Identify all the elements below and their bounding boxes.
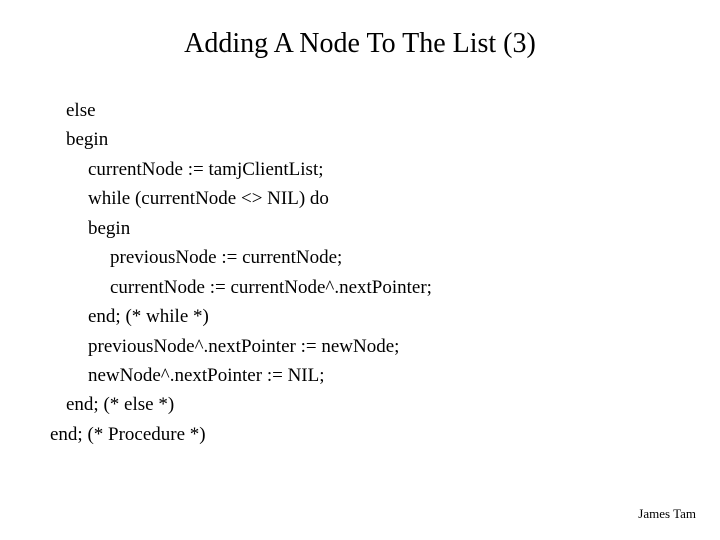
code-line: end; (* while *) bbox=[66, 302, 680, 331]
code-line: currentNode := currentNode^.nextPointer; bbox=[66, 273, 680, 302]
code-line: currentNode := tamjClientList; bbox=[66, 155, 680, 184]
code-line: while (currentNode <> NIL) do bbox=[66, 184, 680, 213]
code-block: elsebegincurrentNode := tamjClientList;w… bbox=[66, 96, 680, 449]
code-line: begin bbox=[66, 214, 680, 243]
footer-author: James Tam bbox=[638, 506, 696, 522]
code-line: newNode^.nextPointer := NIL; bbox=[66, 361, 680, 390]
slide-title: Adding A Node To The List (3) bbox=[0, 28, 720, 60]
code-line: end; (* else *) bbox=[66, 390, 680, 419]
slide-body: elsebegincurrentNode := tamjClientList;w… bbox=[66, 96, 680, 449]
code-line: else bbox=[66, 96, 680, 125]
code-line: begin bbox=[66, 125, 680, 154]
code-line: previousNode^.nextPointer := newNode; bbox=[66, 332, 680, 361]
code-line: previousNode := currentNode; bbox=[66, 243, 680, 272]
slide: Adding A Node To The List (3) elsebeginc… bbox=[0, 0, 720, 540]
code-line-closing: end; (* Procedure *) bbox=[50, 420, 680, 449]
